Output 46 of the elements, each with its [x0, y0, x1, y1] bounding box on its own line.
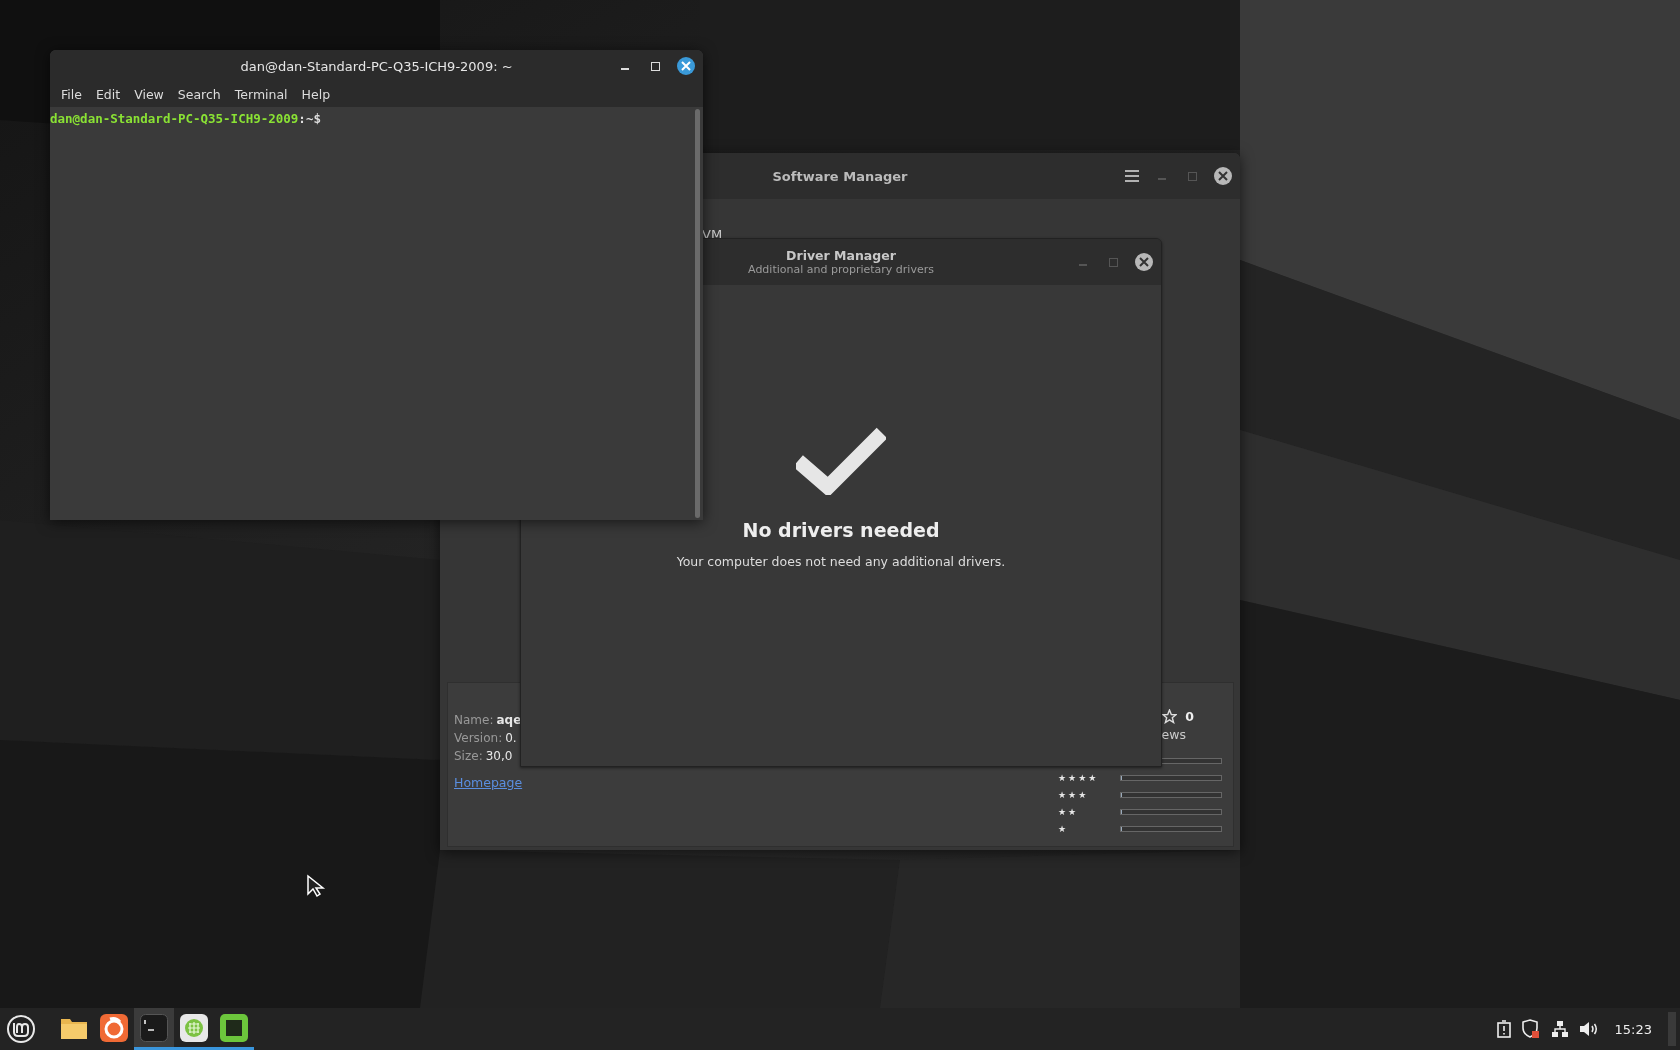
terminal-icon: [140, 1013, 168, 1042]
close-icon: [1218, 171, 1228, 181]
detail-label: Version:: [454, 731, 503, 745]
menu-item[interactable]: Help: [294, 85, 338, 104]
reviews-fragment: ews: [1161, 727, 1186, 742]
prompt-path: :~$: [298, 111, 321, 126]
flame-icon: [100, 1013, 128, 1042]
clipboard-icon[interactable]: [1496, 1020, 1511, 1038]
menu-item[interactable]: Search: [170, 85, 228, 104]
menu-icon[interactable]: [1124, 169, 1140, 183]
close-button[interactable]: [1135, 253, 1153, 271]
prompt-user: dan@dan-Standard-PC-Q35-ICH9-2009: [50, 111, 299, 126]
window-subtitle: Additional and proprietary drivers: [748, 263, 934, 276]
star-label: ★★: [1058, 806, 1079, 817]
detail-label: Size:: [454, 749, 483, 763]
detail-label: Name:: [454, 713, 494, 727]
menu-item[interactable]: Edit: [88, 85, 128, 104]
menu-item[interactable]: View: [127, 85, 171, 104]
detail-value: aqe: [496, 713, 522, 727]
clock[interactable]: 15:23: [1614, 1021, 1652, 1037]
close-icon: [681, 61, 691, 71]
rating-count: 0: [1185, 709, 1194, 724]
grid-icon: [180, 1013, 208, 1042]
scrollbar[interactable]: [695, 109, 700, 518]
close-button[interactable]: [1214, 167, 1232, 185]
shield-icon[interactable]: [1520, 1019, 1541, 1039]
menu-item[interactable]: File: [54, 85, 89, 104]
cursor-icon: [306, 874, 326, 898]
close-icon: [1139, 257, 1149, 267]
status-heading: No drivers needed: [742, 519, 940, 541]
window-title: dan@dan-Standard-PC-Q35-ICH9-2009: ~: [240, 58, 513, 74]
volume-icon[interactable]: [1578, 1021, 1599, 1037]
menu-item[interactable]: Terminal: [227, 85, 295, 104]
window-title: Driver Manager: [786, 248, 896, 263]
menu-logo-icon[interactable]: [6, 1014, 36, 1044]
window-icon: [220, 1013, 248, 1042]
star-label: ★: [1058, 823, 1069, 834]
network-icon[interactable]: [1550, 1020, 1569, 1038]
close-button[interactable]: [677, 57, 695, 75]
window-title: Software Manager: [772, 168, 908, 184]
checkmark-icon: [796, 425, 886, 495]
detail-value: 30,0: [485, 749, 513, 763]
star-label: ★★★: [1058, 789, 1089, 800]
star-label: ★★★★: [1058, 772, 1099, 783]
detail-value: 0.: [505, 731, 517, 745]
status-message: Your computer does not need any additional drivers.: [676, 554, 1006, 569]
